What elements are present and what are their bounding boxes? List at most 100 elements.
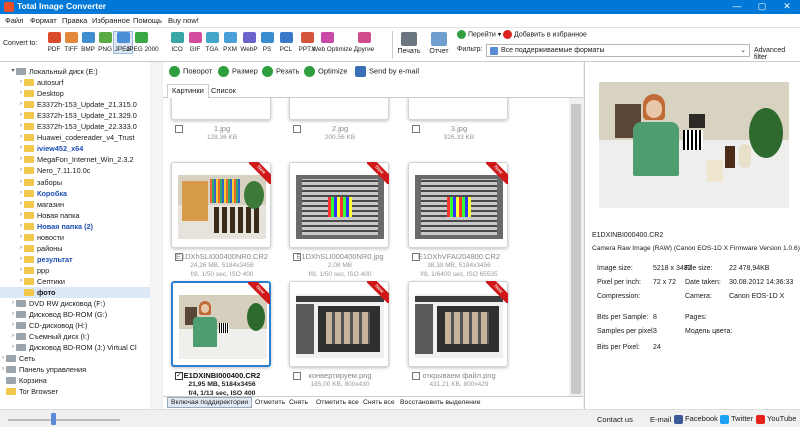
folder-icon (24, 178, 34, 186)
restore-selection-button[interactable]: Восстановить выделение (400, 399, 481, 406)
crop-button[interactable]: Резать (262, 66, 299, 77)
filter-dropdown[interactable]: Все поддерживаемые форматы ⌄ (486, 44, 750, 57)
zoom-slider-thumb[interactable] (50, 413, 56, 425)
report-button[interactable]: Отчет (426, 32, 452, 55)
thumbnail-card[interactable]: New (289, 281, 389, 367)
tree-item[interactable]: › Huawei_codereader_v4_Trust (0, 132, 150, 143)
thumbnail-card[interactable] (408, 98, 508, 120)
tree-item[interactable]: Tor Browser (0, 386, 150, 397)
prop-label: Bits per Sample: (597, 314, 649, 321)
tree-item[interactable]: Корзина (0, 375, 150, 386)
menu-file[interactable]: Файл (5, 16, 23, 25)
format-другие-icon (357, 32, 371, 43)
contact-us-link[interactable]: Contact us (597, 415, 633, 424)
thumbnail-card[interactable]: New (171, 281, 271, 367)
format-button-web-optimize[interactable]: Web Optimize (312, 32, 352, 53)
grid-scrollbar[interactable] (569, 98, 583, 396)
thumbnail-card[interactable] (171, 98, 271, 120)
folder-icon (24, 289, 34, 296)
tree-item[interactable]: › Съемный диск (I:) (0, 331, 150, 342)
email-link[interactable]: E-mail (650, 415, 671, 424)
tree-item[interactable]: › E3372h-153_Update_22.333.0 (0, 121, 150, 132)
tree-item[interactable]: › DVD RW дисковод (F:) (0, 298, 150, 309)
grid-scroll-thumb[interactable] (571, 104, 581, 394)
maximize-button[interactable]: ▢ (750, 0, 774, 14)
menu-buy-now[interactable]: Buy now! (168, 16, 199, 25)
close-button[interactable]: ✕ (775, 0, 799, 14)
preview-description: Camera Raw Image (RAW) (Canon EOS-1D X F… (592, 245, 800, 252)
menu-format[interactable]: Формат (30, 16, 57, 25)
crop-icon (262, 66, 273, 77)
tab-thumbnails[interactable]: Картинки (167, 84, 209, 98)
tree-item[interactable]: › autosurf (0, 77, 150, 88)
prop-value: Canon EOS-1D X (729, 293, 785, 300)
drive-icon (16, 68, 26, 75)
optimize-button[interactable]: Optimize (304, 66, 348, 77)
tree-item-label: E3372h-153_Update_22.333.0 (37, 122, 137, 132)
tree-item[interactable]: › Сеть (0, 353, 150, 364)
tree-item[interactable]: › районы (0, 243, 150, 254)
tree-item[interactable]: › E3372h-153_Update_21.315.0 (0, 99, 150, 110)
unmark-all-button[interactable]: Снять все (363, 399, 395, 406)
thumbnail-caption: E1DXhSLI000400NR0.jpg 2,08 MB f/8, 1/50 se… (285, 252, 395, 279)
tree-item[interactable]: › результат (0, 254, 150, 265)
tree-item[interactable]: › Панель управления (0, 364, 150, 375)
advanced-filter-link[interactable]: Advanced filter (754, 47, 800, 61)
folder-tree: ▾ Локальный диск (E:) › autosurf › Desktop › E3… (0, 62, 162, 412)
mark-all-button[interactable]: Отметить все (316, 399, 359, 406)
tree-item[interactable]: › магазин (0, 199, 150, 210)
print-button[interactable]: Печать (396, 32, 422, 55)
tree-item[interactable]: › Септики (0, 276, 150, 287)
tree-item[interactable]: › E3372h-153_Update_21.329.0 (0, 110, 150, 121)
menu-help[interactable]: Помощь (133, 16, 162, 25)
tree-item[interactable]: › CD-дисковод (H:) (0, 320, 150, 331)
tree-item[interactable]: › Nero_7.11.10.0c (0, 165, 150, 176)
mark-button[interactable]: Отметить (255, 399, 285, 406)
rotate-button[interactable]: Поворот (169, 66, 212, 77)
tree-item[interactable]: › новости (0, 232, 150, 243)
tree-item-label: DVD RW дисковод (F:) (29, 299, 106, 309)
thumbnail-caption: конвертируем.png 185,00 KB, 800x430 (285, 371, 395, 389)
menu-edit[interactable]: Правка (62, 16, 87, 25)
tree-item[interactable]: › MegaFon_Internet_Win_2.3.2 (0, 154, 150, 165)
twitter-link[interactable]: Twitter (720, 414, 753, 424)
tree-item[interactable]: › заборы (0, 177, 150, 188)
thumbnail-card[interactable]: New (289, 162, 389, 248)
format-button-jpeg-2000[interactable]: JPEG 2000 (126, 32, 159, 53)
tree-item[interactable]: › ppp (0, 265, 150, 276)
tree-item[interactable]: › Новая папка (2) (0, 221, 150, 232)
tree-item[interactable]: › Коробка (0, 188, 150, 199)
tree-item-selected[interactable]: фото (0, 287, 150, 298)
tree-item[interactable]: › Desktop (0, 88, 150, 99)
unmark-button[interactable]: Снять (289, 399, 308, 406)
tree-item[interactable]: › iview452_x64 (0, 143, 150, 154)
tree-scrollbar[interactable] (150, 62, 162, 410)
thumbnail-card[interactable] (289, 98, 389, 120)
thumbnail-card[interactable]: New (171, 162, 271, 248)
youtube-label: YouTube (767, 414, 797, 423)
minimize-button[interactable]: — (725, 0, 749, 14)
tree-item[interactable]: › Дисковод BD-ROM (G:) (0, 309, 150, 320)
preview-frame-small (689, 114, 705, 128)
goto-button[interactable]: Перейти ▾ (457, 30, 501, 39)
tab-list[interactable]: Список (207, 86, 240, 95)
tree-item[interactable]: › Дисковод BD-ROM (J:) Virtual Cl (0, 342, 150, 353)
thumbnail-image (179, 295, 267, 359)
add-favorites-button[interactable]: Добавить в избранное (503, 30, 587, 39)
facebook-link[interactable]: Facebook (674, 414, 718, 424)
include-subdirs-toggle[interactable]: Включая поддиректории (167, 397, 253, 408)
format-button-другие[interactable]: Другие (354, 32, 374, 53)
send-email-button[interactable]: Send by e-mail (355, 66, 419, 77)
resize-button[interactable]: Размер (218, 66, 258, 77)
tree-item-label: Tor Browser (19, 387, 58, 397)
youtube-link[interactable]: YouTube (756, 414, 796, 424)
thumbnail-card[interactable]: New (408, 281, 508, 367)
menu-favorites[interactable]: Избранное (92, 16, 130, 25)
tree-item[interactable]: › Новая папка (0, 210, 150, 221)
new-badge: New (367, 162, 389, 184)
tree-item[interactable]: ▾ Локальный диск (E:) (0, 66, 150, 77)
thumbnail-card[interactable]: New (408, 162, 508, 248)
new-badge: New (486, 281, 508, 303)
tree-item-label: фото (37, 288, 56, 297)
app-icon (4, 2, 14, 12)
